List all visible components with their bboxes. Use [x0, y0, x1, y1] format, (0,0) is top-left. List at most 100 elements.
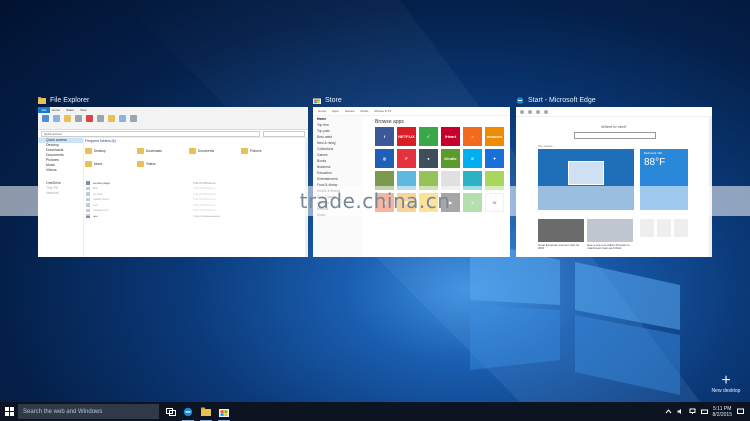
- news-image[interactable]: [538, 219, 584, 242]
- browse-apps-heading: Browse apps: [375, 119, 404, 125]
- store-tab[interactable]: Movies & TV: [374, 109, 391, 113]
- folder-label: Music: [94, 161, 103, 166]
- app-tile[interactable]: S: [463, 149, 482, 168]
- clock-date: 8/2/2015: [712, 411, 732, 418]
- store-window[interactable]: Store Home Apps Games Music Movies & TV …: [313, 93, 510, 257]
- ribbon-file-tab[interactable]: File: [38, 107, 50, 113]
- folder-item[interactable]: Videos: [137, 157, 189, 170]
- folder-icon: [85, 147, 92, 154]
- laptop-image: [568, 161, 604, 185]
- new-folder-icon[interactable]: [108, 115, 115, 122]
- store-tab[interactable]: Music: [361, 109, 369, 113]
- folder-item[interactable]: Documents: [189, 144, 241, 157]
- speaker-icon[interactable]: [677, 408, 684, 415]
- watermark: trade.china.cn: [0, 186, 750, 216]
- ribbon-tab[interactable]: View: [80, 107, 86, 113]
- taskbar-store[interactable]: [215, 402, 233, 421]
- search-input[interactable]: [574, 132, 656, 139]
- news-caption[interactable]: How a one-in-a-million Pinnacle to mains…: [587, 243, 633, 251]
- app-tile[interactable]: ♫: [463, 127, 482, 146]
- taskbar-file-explorer[interactable]: [197, 402, 215, 421]
- windows-logo-icon: [4, 407, 14, 416]
- paste-icon[interactable]: [64, 115, 71, 122]
- task-view-button[interactable]: [163, 402, 179, 421]
- window-title-bar[interactable]: Store: [313, 93, 510, 107]
- file-explorer-window[interactable]: File Explorer File Home Share View Quick…: [38, 93, 308, 257]
- window-thumbnail[interactable]: Home Apps Games Music Movies & TV Home T…: [313, 107, 510, 257]
- window-thumbnail[interactable]: File Home Share View Quick access Quick …: [38, 107, 308, 257]
- taskbar: Search the web and Windows 5:11 PM 8/2/2…: [0, 402, 750, 421]
- app-tile[interactable]: amazon: [485, 127, 504, 146]
- ribbon: File Home Share View: [38, 107, 308, 130]
- rename-icon[interactable]: [97, 115, 104, 122]
- address-row: Quick access: [38, 130, 308, 138]
- app-tile[interactable]: ●: [419, 149, 438, 168]
- mini-tile[interactable]: [657, 219, 671, 237]
- folder-item[interactable]: Music: [85, 157, 137, 170]
- new-desktop-button[interactable]: + New desktop: [702, 373, 750, 395]
- app-tile[interactable]: iHeart: [441, 127, 460, 146]
- folder-label: Videos: [146, 161, 156, 166]
- home-icon[interactable]: [544, 109, 548, 114]
- taskbar-clock[interactable]: 5:11 PM 8/2/2015: [713, 406, 732, 418]
- delete-icon[interactable]: [86, 115, 93, 122]
- ribbon-buttons: [42, 115, 137, 122]
- store-tab[interactable]: Apps: [332, 109, 339, 113]
- copy-icon[interactable]: [53, 115, 60, 122]
- app-tile[interactable]: f: [375, 127, 394, 146]
- chevron-up-icon[interactable]: [665, 408, 672, 415]
- folder-item[interactable]: Desktop: [85, 144, 137, 157]
- network-icon[interactable]: [689, 408, 696, 415]
- folder-icon: [85, 160, 92, 167]
- store-tab[interactable]: Home: [318, 109, 326, 113]
- forward-icon[interactable]: [528, 109, 532, 114]
- folder-grid: Desktop Downloads Documents Pictures Mus…: [85, 144, 304, 170]
- weather-temperature: 88°F: [644, 157, 666, 168]
- select-icon[interactable]: [130, 115, 137, 122]
- folder-icon: [241, 147, 248, 154]
- window-title-bar[interactable]: File Explorer: [38, 93, 308, 107]
- app-tile[interactable]: ✦: [485, 149, 504, 168]
- move-icon[interactable]: [75, 115, 82, 122]
- start-button[interactable]: [0, 402, 18, 421]
- task-view-icon: [166, 407, 176, 416]
- news-caption[interactable]: Great European summer sites for 2015: [538, 243, 584, 251]
- ribbon-tab[interactable]: Share: [66, 107, 74, 113]
- folder-icon: [137, 160, 144, 167]
- action-center-icon[interactable]: [737, 408, 744, 415]
- folder-label: Pictures: [250, 148, 262, 153]
- app-tile[interactable]: Kindle: [441, 149, 460, 168]
- edge-window[interactable]: Start - Microsoft Edge Where to next? To…: [516, 93, 712, 257]
- keyboard-icon[interactable]: [700, 408, 708, 415]
- store-tab[interactable]: Games: [345, 109, 355, 113]
- app-tile[interactable]: F: [397, 149, 416, 168]
- news-image[interactable]: [587, 219, 633, 242]
- mini-tiles: [640, 219, 688, 237]
- folder-item[interactable]: Pictures: [241, 144, 293, 157]
- ribbon-tab[interactable]: Home: [52, 107, 60, 113]
- app-tile[interactable]: NETFLIX: [397, 127, 416, 146]
- window-thumbnail[interactable]: Where to next? Top stories Redmond, WA 8…: [516, 107, 712, 257]
- store-bag-icon: [313, 98, 321, 104]
- pin-icon[interactable]: [42, 115, 49, 122]
- folder-icon: [38, 96, 46, 104]
- refresh-icon[interactable]: [536, 109, 540, 114]
- mini-tile[interactable]: [674, 219, 688, 237]
- file-path: This PC\Pictures: [193, 180, 216, 185]
- app-tile[interactable]: ✓: [419, 127, 438, 146]
- app-tile[interactable]: ◎: [375, 149, 394, 168]
- taskbar-edge[interactable]: [179, 402, 197, 421]
- nav-item[interactable]: Videos: [38, 168, 83, 173]
- file-name: sunset plage: [85, 181, 193, 185]
- mini-tile[interactable]: [640, 219, 654, 237]
- store-toolbar: Home Apps Games Music Movies & TV: [313, 107, 510, 116]
- window-title-bar[interactable]: Start - Microsoft Edge: [516, 93, 712, 107]
- folder-label: Documents: [198, 148, 215, 153]
- news-images: [538, 219, 633, 242]
- taskbar-search-box[interactable]: Search the web and Windows: [18, 404, 159, 419]
- properties-icon[interactable]: [119, 115, 126, 122]
- folder-item[interactable]: Downloads: [137, 144, 189, 157]
- address-bar[interactable]: Quick access: [41, 130, 260, 137]
- back-icon[interactable]: [520, 109, 524, 114]
- search-box[interactable]: [263, 130, 305, 137]
